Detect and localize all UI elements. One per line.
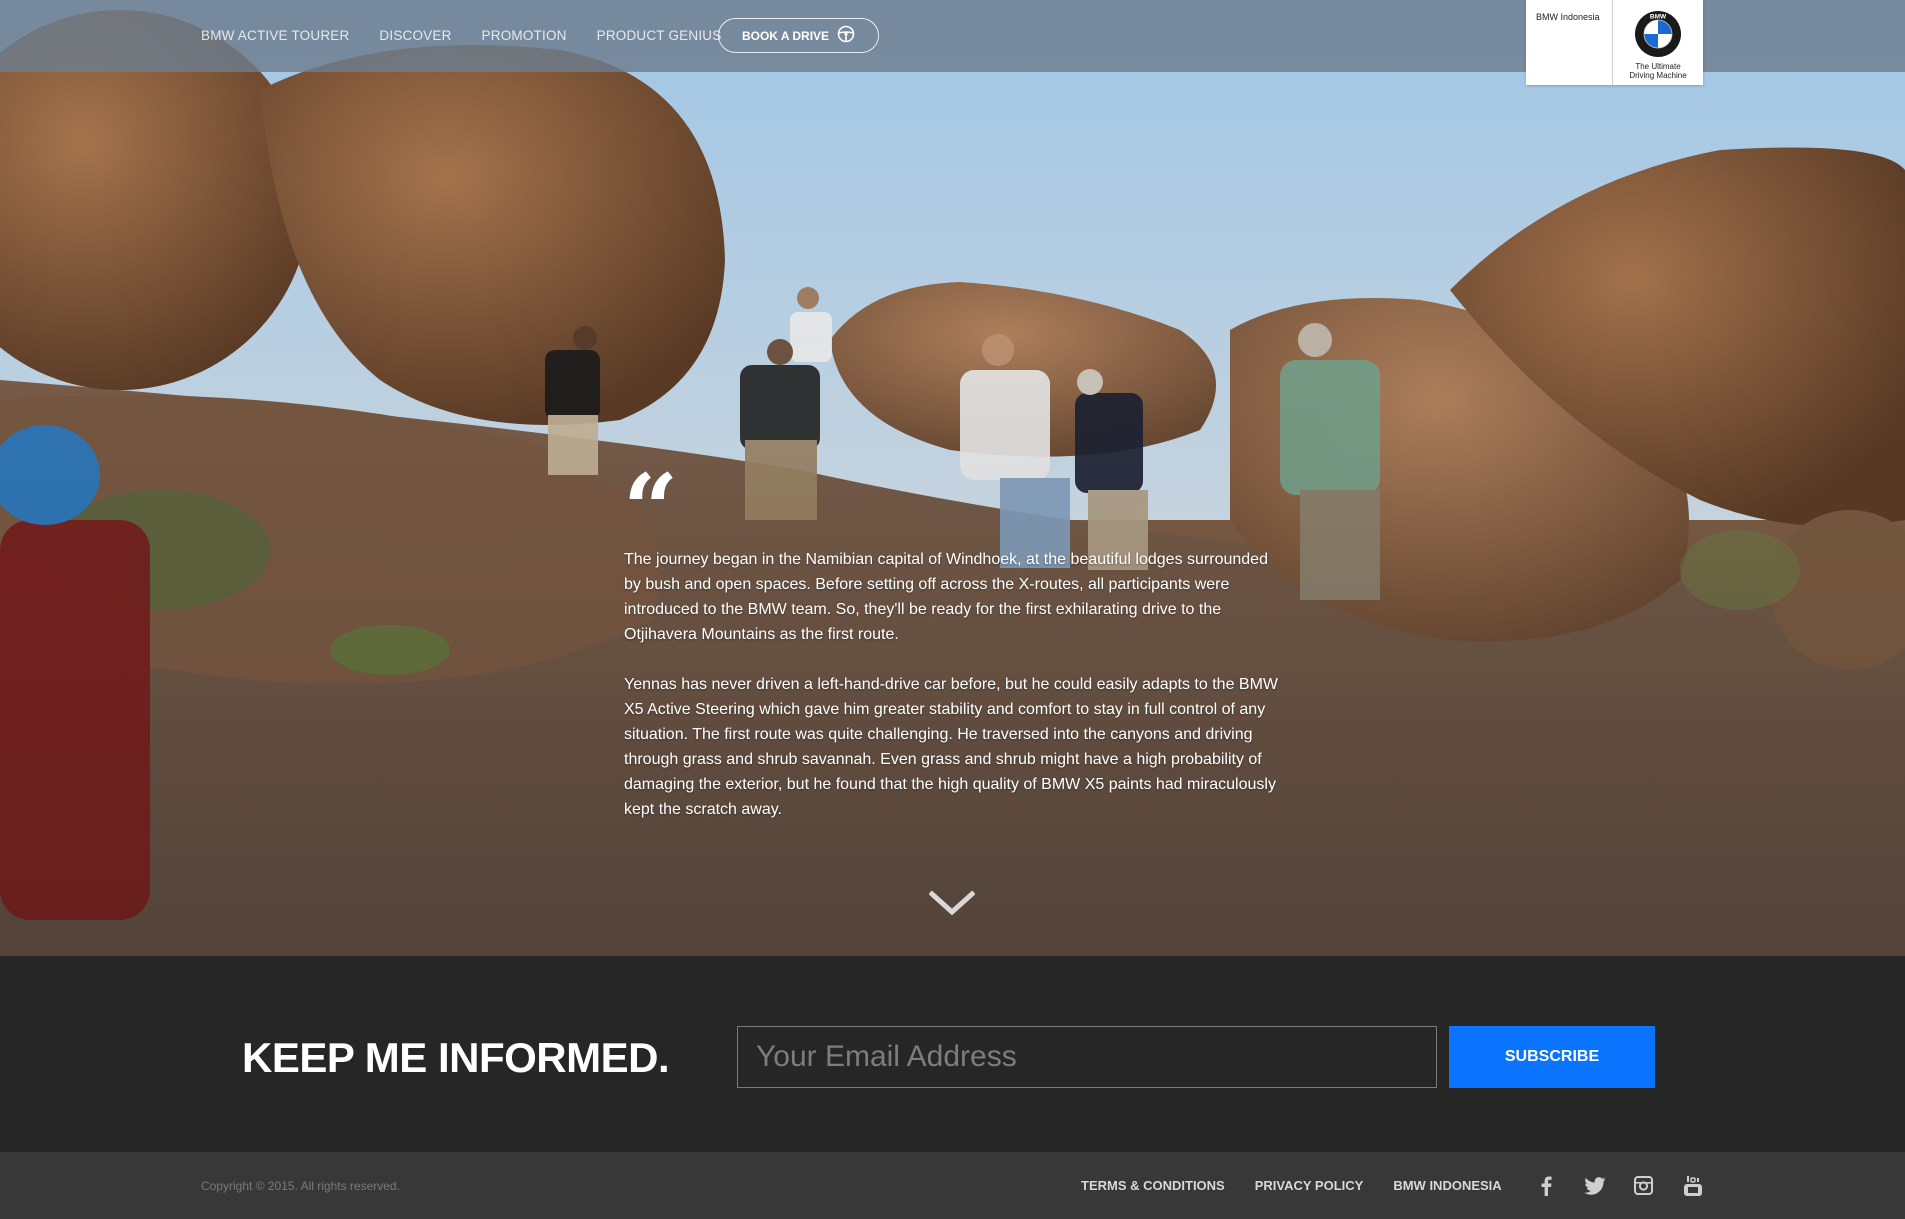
brand-box[interactable]: BMW Indonesia BMW The Ultimate Driving M…	[1526, 0, 1703, 85]
page: “ The journey began in the Namibian capi…	[0, 0, 1905, 1219]
brand-tagline-line-1: The Ultimate	[1635, 62, 1681, 71]
quote-mark: “	[623, 453, 679, 566]
book-a-drive-button[interactable]: BOOK A DRIVE	[718, 18, 879, 53]
copyright-text: Copyright © 2015. All rights reserved.	[201, 1179, 400, 1193]
nav-link-discover[interactable]: DISCOVER	[379, 28, 451, 43]
story-paragraph-2: Yennas has never driven a left-hand-driv…	[624, 676, 1279, 818]
brand-logo-area: BMW The Ultimate Driving Machine	[1613, 0, 1703, 85]
email-field[interactable]	[737, 1026, 1437, 1088]
bmw-roundel-logo: BMW	[1635, 11, 1681, 57]
youtube-icon[interactable]	[1679, 1172, 1706, 1199]
story-paragraph-1: The journey began in the Namibian capita…	[624, 551, 1268, 643]
story-text: The journey began in the Namibian capita…	[624, 547, 1284, 847]
footer: Copyright © 2015. All rights reserved. T…	[0, 1152, 1905, 1219]
twitter-icon[interactable]	[1581, 1172, 1608, 1199]
book-a-drive-label: BOOK A DRIVE	[741, 28, 830, 43]
brand-tagline-line-2: Driving Machine	[1629, 71, 1687, 80]
subscribe-section: KEEP ME INFORMED. SUBSCRIBE	[0, 956, 1905, 1152]
brand-tagline: The Ultimate Driving Machine	[1629, 62, 1686, 80]
footer-link-terms[interactable]: TERMS & CONDITIONS	[1081, 1178, 1225, 1193]
nav-link-product-genius[interactable]: PRODUCT GENIUS	[597, 28, 722, 43]
bmw-logo-letters: BMW	[1650, 14, 1667, 21]
hero-section: “ The journey began in the Namibian capi…	[0, 0, 1905, 956]
facebook-icon[interactable]	[1532, 1172, 1559, 1199]
instagram-icon[interactable]	[1630, 1172, 1657, 1199]
top-nav: BMW ACTIVE TOURER DISCOVER PROMOTION PRO…	[0, 0, 1905, 85]
subscribe-button[interactable]: SUBSCRIBE	[1449, 1026, 1655, 1088]
social-icons	[1532, 1172, 1706, 1199]
nav-links: BMW ACTIVE TOURER DISCOVER PROMOTION PRO…	[201, 28, 751, 43]
nav-link-promotion[interactable]: PROMOTION	[482, 28, 567, 43]
footer-link-privacy[interactable]: PRIVACY POLICY	[1255, 1178, 1364, 1193]
footer-link-bmw-indonesia[interactable]: BMW INDONESIA	[1393, 1178, 1501, 1193]
footer-links: TERMS & CONDITIONS PRIVACY POLICY BMW IN…	[1081, 1178, 1532, 1193]
nav-link-active-tourer[interactable]: BMW ACTIVE TOURER	[201, 28, 349, 43]
subscribe-title: KEEP ME INFORMED.	[242, 1034, 670, 1081]
chevron-down-icon[interactable]	[928, 890, 976, 923]
steering-wheel-icon	[837, 25, 855, 46]
brand-name: BMW Indonesia	[1526, 0, 1613, 85]
